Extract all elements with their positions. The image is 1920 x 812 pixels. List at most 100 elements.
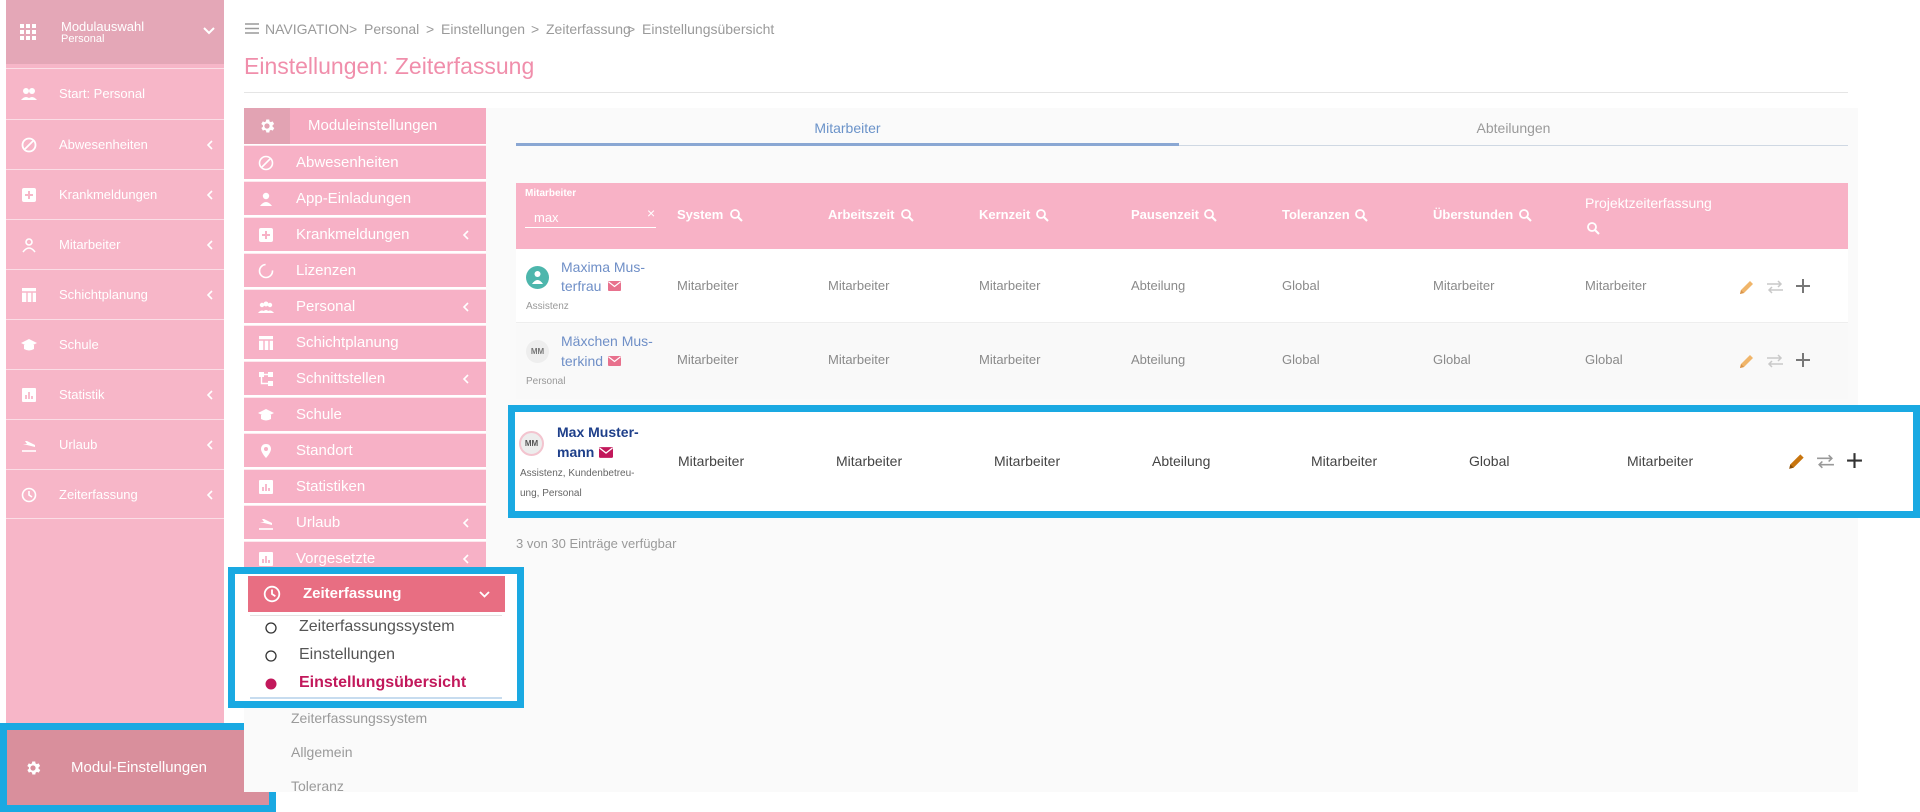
submenu-item-schichtplanung[interactable]: Schichtplanung xyxy=(244,325,486,359)
sidebar-item-zeiterfassung[interactable]: Zeiterfassung xyxy=(6,469,224,519)
filter-input-value: max xyxy=(534,210,559,225)
sidebar-item-mitarbeiter[interactable]: Mitarbeiter xyxy=(6,219,224,269)
people-icon xyxy=(258,301,274,313)
module-selector[interactable]: Modulauswahl Personal xyxy=(6,0,224,64)
column-header-kernzeit[interactable]: Kernzeit xyxy=(979,207,1030,222)
search-icon[interactable] xyxy=(730,209,743,222)
school-icon xyxy=(21,339,37,351)
search-icon[interactable] xyxy=(1519,209,1532,222)
submenu-item-urlaub[interactable]: Urlaub xyxy=(244,505,486,539)
plane-icon xyxy=(259,519,273,530)
submenu-link-allgemein[interactable]: Allgemein xyxy=(291,744,352,760)
submenu-child-einstellungen[interactable]: Einstellungen xyxy=(250,642,502,669)
mail-icon[interactable] xyxy=(608,356,621,366)
swap-icon[interactable] xyxy=(1766,354,1784,368)
chevron-left-icon xyxy=(462,518,469,528)
column-header-ueberstunden[interactable]: Überstunden xyxy=(1433,207,1513,222)
filter-input[interactable]: max × xyxy=(525,205,656,228)
submenu-active-label: Zeiterfassung xyxy=(303,585,402,602)
submenu-header-label: Moduleinstellungen xyxy=(308,117,438,134)
breadcrumb-item-personal[interactable]: Personal xyxy=(364,21,419,37)
cell-projektzeiterfassung: Global xyxy=(1585,352,1623,367)
mail-icon[interactable] xyxy=(608,281,621,291)
employee-name-line-1[interactable]: Mäxchen Mus- xyxy=(561,333,653,349)
sidebar-item-statistik[interactable]: Statistik xyxy=(6,369,224,419)
breadcrumb-nav[interactable]: NAVIGATION xyxy=(265,21,349,37)
submenu-item-label: Schichtplanung xyxy=(296,334,399,351)
clock-icon xyxy=(263,585,281,603)
sidebar-item-abwesenheiten[interactable]: Abwesenheiten xyxy=(6,119,224,169)
submenu-link-toleranz[interactable]: Toleranz xyxy=(291,778,344,794)
column-header-projektzeiterfassung[interactable]: Projektzeiterfassung xyxy=(1585,195,1712,211)
cell-ueberstunden: Global xyxy=(1469,453,1510,469)
swap-icon[interactable] xyxy=(1766,280,1784,294)
cell-pausenzeit: Abteilung xyxy=(1152,453,1211,469)
sidebar-item-label: Urlaub xyxy=(59,437,98,452)
column-header-label: Überstunden xyxy=(1433,207,1514,222)
submenu-link-zeiterfassungssystem[interactable]: Zeiterfassungssystem xyxy=(291,710,427,726)
menu-icon[interactable] xyxy=(245,23,259,34)
plus-icon[interactable] xyxy=(1846,452,1863,469)
module-settings-button[interactable]: Modul-Einstellungen xyxy=(7,730,269,805)
sidebar-item-krankmeldungen[interactable]: Krankmeldungen xyxy=(6,169,224,219)
mail-icon[interactable] xyxy=(599,447,613,458)
submenu-item-abwesenheiten[interactable]: Abwesenheiten xyxy=(244,145,486,179)
submenu-item-schnittstellen[interactable]: Schnittstellen xyxy=(244,361,486,395)
sidebar-item-urlaub[interactable]: Urlaub xyxy=(6,419,224,469)
column-header-system[interactable]: System xyxy=(677,207,723,222)
sidebar-item-label: Statistik xyxy=(59,387,105,402)
submenu-item-app-einladungen[interactable]: App-Einladungen xyxy=(244,181,486,215)
sidebar-item-start-personal[interactable]: Start: Personal xyxy=(6,68,224,118)
search-icon[interactable] xyxy=(1587,222,1600,235)
submenu-item-statistiken[interactable]: Statistiken xyxy=(244,469,486,503)
employee-name-line-1[interactable]: Maxima Mus- xyxy=(561,259,645,275)
table-header: Mitarbeiter max × System Arbeitszeit Ker… xyxy=(516,183,1848,249)
submenu-item-personal[interactable]: Personal xyxy=(244,289,486,323)
swap-icon[interactable] xyxy=(1816,454,1835,469)
submenu-item-schule[interactable]: Schule xyxy=(244,397,486,431)
radio-empty-icon xyxy=(265,650,277,662)
search-icon[interactable] xyxy=(1036,209,1049,222)
breadcrumb-item-zeiterfassung[interactable]: Zeiterfassung xyxy=(546,21,631,37)
sidebar-item-schule[interactable]: Schule xyxy=(6,319,224,369)
employee-name-line-2[interactable]: terkind xyxy=(561,353,603,369)
submenu-child-zeiterfassungssystem[interactable]: Zeiterfassungssystem xyxy=(250,614,502,641)
cell-system: Mitarbeiter xyxy=(677,278,739,293)
cell-system: Mitarbeiter xyxy=(678,453,745,469)
chevron-left-icon xyxy=(462,302,469,312)
submenu-item-lizenzen[interactable]: Lizenzen xyxy=(244,253,486,287)
plus-icon[interactable] xyxy=(1795,278,1811,294)
breadcrumb-item-current: Einstellungsübersicht xyxy=(642,21,775,37)
submenu-child-einstellungsuebersicht[interactable]: Einstellungsübersicht xyxy=(250,670,502,697)
radio-filled-icon xyxy=(265,678,277,690)
submenu-item-zeiterfassung-active[interactable]: Zeiterfassung xyxy=(248,576,505,612)
search-icon[interactable] xyxy=(901,209,914,222)
column-header-pausenzeit[interactable]: Pausenzeit xyxy=(1131,207,1199,222)
sidebar-item-schichtplanung[interactable]: Schichtplanung xyxy=(6,269,224,319)
search-icon[interactable] xyxy=(1355,209,1368,222)
pencil-icon[interactable] xyxy=(1738,278,1756,296)
column-header-toleranzen[interactable]: Toleranzen xyxy=(1282,207,1350,222)
chevron-left-icon xyxy=(206,140,213,150)
breadcrumb-separator: > xyxy=(627,21,636,37)
clear-icon[interactable]: × xyxy=(647,205,655,221)
breadcrumb-item-einstellungen[interactable]: Einstellungen xyxy=(441,21,525,37)
module-settings-label: Modul-Einstellungen xyxy=(71,759,207,776)
breadcrumb-separator: > xyxy=(531,21,540,37)
submenu-item-standort[interactable]: Standort xyxy=(244,433,486,467)
module-selector-subtitle: Personal xyxy=(61,33,105,45)
employee-name-line-2[interactable]: mann xyxy=(557,444,594,460)
medical-icon xyxy=(259,228,273,242)
tab-active-indicator xyxy=(516,143,1179,146)
submenu-item-krankmeldungen[interactable]: Krankmeldungen xyxy=(244,217,486,251)
submenu-item-label: Abwesenheiten xyxy=(296,154,399,171)
plus-icon[interactable] xyxy=(1795,352,1811,368)
pencil-icon[interactable] xyxy=(1738,352,1756,370)
pencil-icon[interactable] xyxy=(1787,451,1807,471)
column-header-arbeitszeit[interactable]: Arbeitszeit xyxy=(828,207,894,222)
tab-abteilungen[interactable]: Abteilungen xyxy=(1179,120,1848,148)
search-icon[interactable] xyxy=(1204,209,1217,222)
employee-name-line-2[interactable]: terfrau xyxy=(561,278,601,294)
chevron-left-icon xyxy=(462,230,469,240)
employee-name-line-1[interactable]: Max Muster- xyxy=(557,424,639,440)
